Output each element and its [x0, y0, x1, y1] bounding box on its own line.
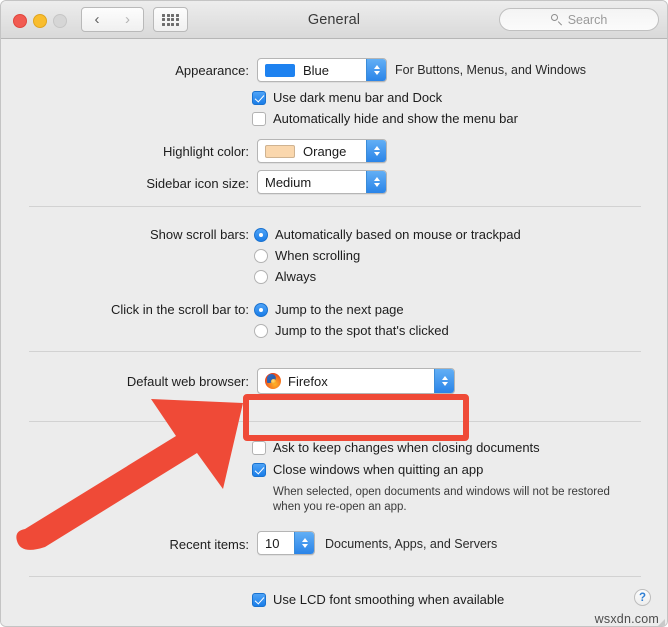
close-windows-label: Close windows when quitting an app	[273, 462, 484, 477]
resize-corner[interactable]	[658, 619, 665, 626]
search-icon	[550, 13, 563, 26]
option-label: Jump to the next page	[275, 302, 404, 317]
scroll-click-label: Click in the scroll bar to:	[111, 302, 249, 317]
radio-button[interactable]	[254, 269, 268, 284]
auto-hide-menu-bar-checkbox-row[interactable]: Automatically hide and show the menu bar	[252, 111, 518, 126]
appearance-value: Blue	[303, 62, 330, 78]
search-placeholder: Search	[567, 12, 608, 27]
stepper-arrows-icon[interactable]	[294, 532, 314, 554]
radio-button[interactable]	[254, 323, 268, 338]
firefox-icon	[265, 373, 281, 389]
close-windows-row[interactable]: Close windows when quitting an app	[252, 462, 483, 477]
section-divider	[29, 421, 641, 422]
watermark-text: wsxdn.com	[594, 612, 659, 626]
section-divider	[29, 206, 641, 207]
option-label: When scrolling	[275, 248, 361, 263]
ask-keep-changes-checkbox[interactable]	[252, 440, 266, 455]
lcd-font-smoothing-label: Use LCD font smoothing when available	[273, 592, 505, 607]
default-web-browser-value: Firefox	[288, 373, 328, 389]
default-web-browser-label: Default web browser:	[126, 374, 249, 389]
recent-items-label: Recent items:	[169, 537, 249, 552]
appearance-label: Appearance:	[175, 63, 249, 78]
ask-keep-changes-label: Ask to keep changes when closing documen…	[273, 440, 540, 455]
stepper-arrows-icon[interactable]	[434, 369, 454, 393]
option-label: Always	[275, 269, 317, 284]
stepper-arrows-icon[interactable]	[366, 59, 386, 81]
radio-button[interactable]	[254, 248, 268, 263]
scroll-click-option-spot-clicked[interactable]: Jump to the spot that's clicked	[254, 323, 449, 338]
stepper-arrows-icon[interactable]	[366, 171, 386, 193]
radio-button[interactable]	[254, 302, 268, 317]
close-windows-note-line1: When selected, open documents and window…	[273, 486, 610, 498]
lcd-font-smoothing-row[interactable]: Use LCD font smoothing when available	[252, 592, 504, 607]
scroll-bars-option-when-scrolling[interactable]: When scrolling	[254, 248, 360, 263]
dark-menu-bar-checkbox-row[interactable]: Use dark menu bar and Dock	[252, 90, 442, 105]
option-label: Jump to the spot that's clicked	[275, 323, 449, 338]
recent-items-value: 10	[265, 535, 280, 551]
auto-hide-menu-bar-label: Automatically hide and show the menu bar	[273, 111, 518, 126]
recent-items-helper-text: Documents, Apps, and Servers	[325, 537, 498, 551]
stepper-arrows-icon[interactable]	[366, 140, 386, 162]
ask-keep-changes-row[interactable]: Ask to keep changes when closing documen…	[252, 440, 540, 455]
sidebar-icon-size-label: Sidebar icon size:	[146, 176, 249, 191]
sidebar-icon-size-value: Medium	[265, 174, 312, 190]
option-label: Automatically based on mouse or trackpad	[275, 227, 521, 242]
radio-button[interactable]	[254, 227, 268, 242]
search-input[interactable]: Search	[499, 8, 659, 31]
highlight-color-value: Orange	[303, 143, 347, 159]
scroll-bars-option-always[interactable]: Always	[254, 269, 316, 284]
auto-hide-menu-bar-checkbox[interactable]	[252, 111, 266, 126]
highlight-color-dropdown[interactable]: Orange	[257, 139, 387, 163]
scroll-bars-option-auto[interactable]: Automatically based on mouse or trackpad	[254, 227, 521, 242]
lcd-font-smoothing-checkbox[interactable]	[252, 592, 266, 607]
close-windows-checkbox[interactable]	[252, 462, 266, 477]
preferences-content: Appearance: Blue For Buttons, Menus, and…	[1, 39, 667, 626]
help-button[interactable]: ?	[634, 589, 651, 606]
appearance-helper-text: For Buttons, Menus, and Windows	[395, 63, 587, 77]
highlight-color-label: Highlight color:	[163, 144, 249, 159]
dark-menu-bar-label: Use dark menu bar and Dock	[273, 90, 443, 105]
show-scroll-bars-label: Show scroll bars:	[150, 227, 249, 242]
scroll-click-option-next-page[interactable]: Jump to the next page	[254, 302, 404, 317]
default-web-browser-dropdown[interactable]: Firefox	[257, 368, 455, 394]
appearance-dropdown[interactable]: Blue	[257, 58, 387, 82]
question-mark-icon: ?	[638, 591, 647, 604]
section-divider	[29, 351, 641, 352]
dark-menu-bar-checkbox[interactable]	[252, 90, 266, 105]
close-windows-note-line2: when you re-open an app.	[273, 501, 407, 513]
annotation-highlight-box	[243, 394, 469, 441]
system-preferences-window: ‹ › General Search Appearance: Blue For …	[0, 0, 668, 627]
sidebar-icon-size-dropdown[interactable]: Medium	[257, 170, 387, 194]
section-divider	[29, 576, 641, 577]
highlight-color-swatch	[265, 144, 295, 158]
appearance-color-swatch	[265, 63, 295, 77]
window-titlebar: ‹ › General Search	[1, 1, 667, 39]
recent-items-dropdown[interactable]: 10	[257, 531, 315, 555]
